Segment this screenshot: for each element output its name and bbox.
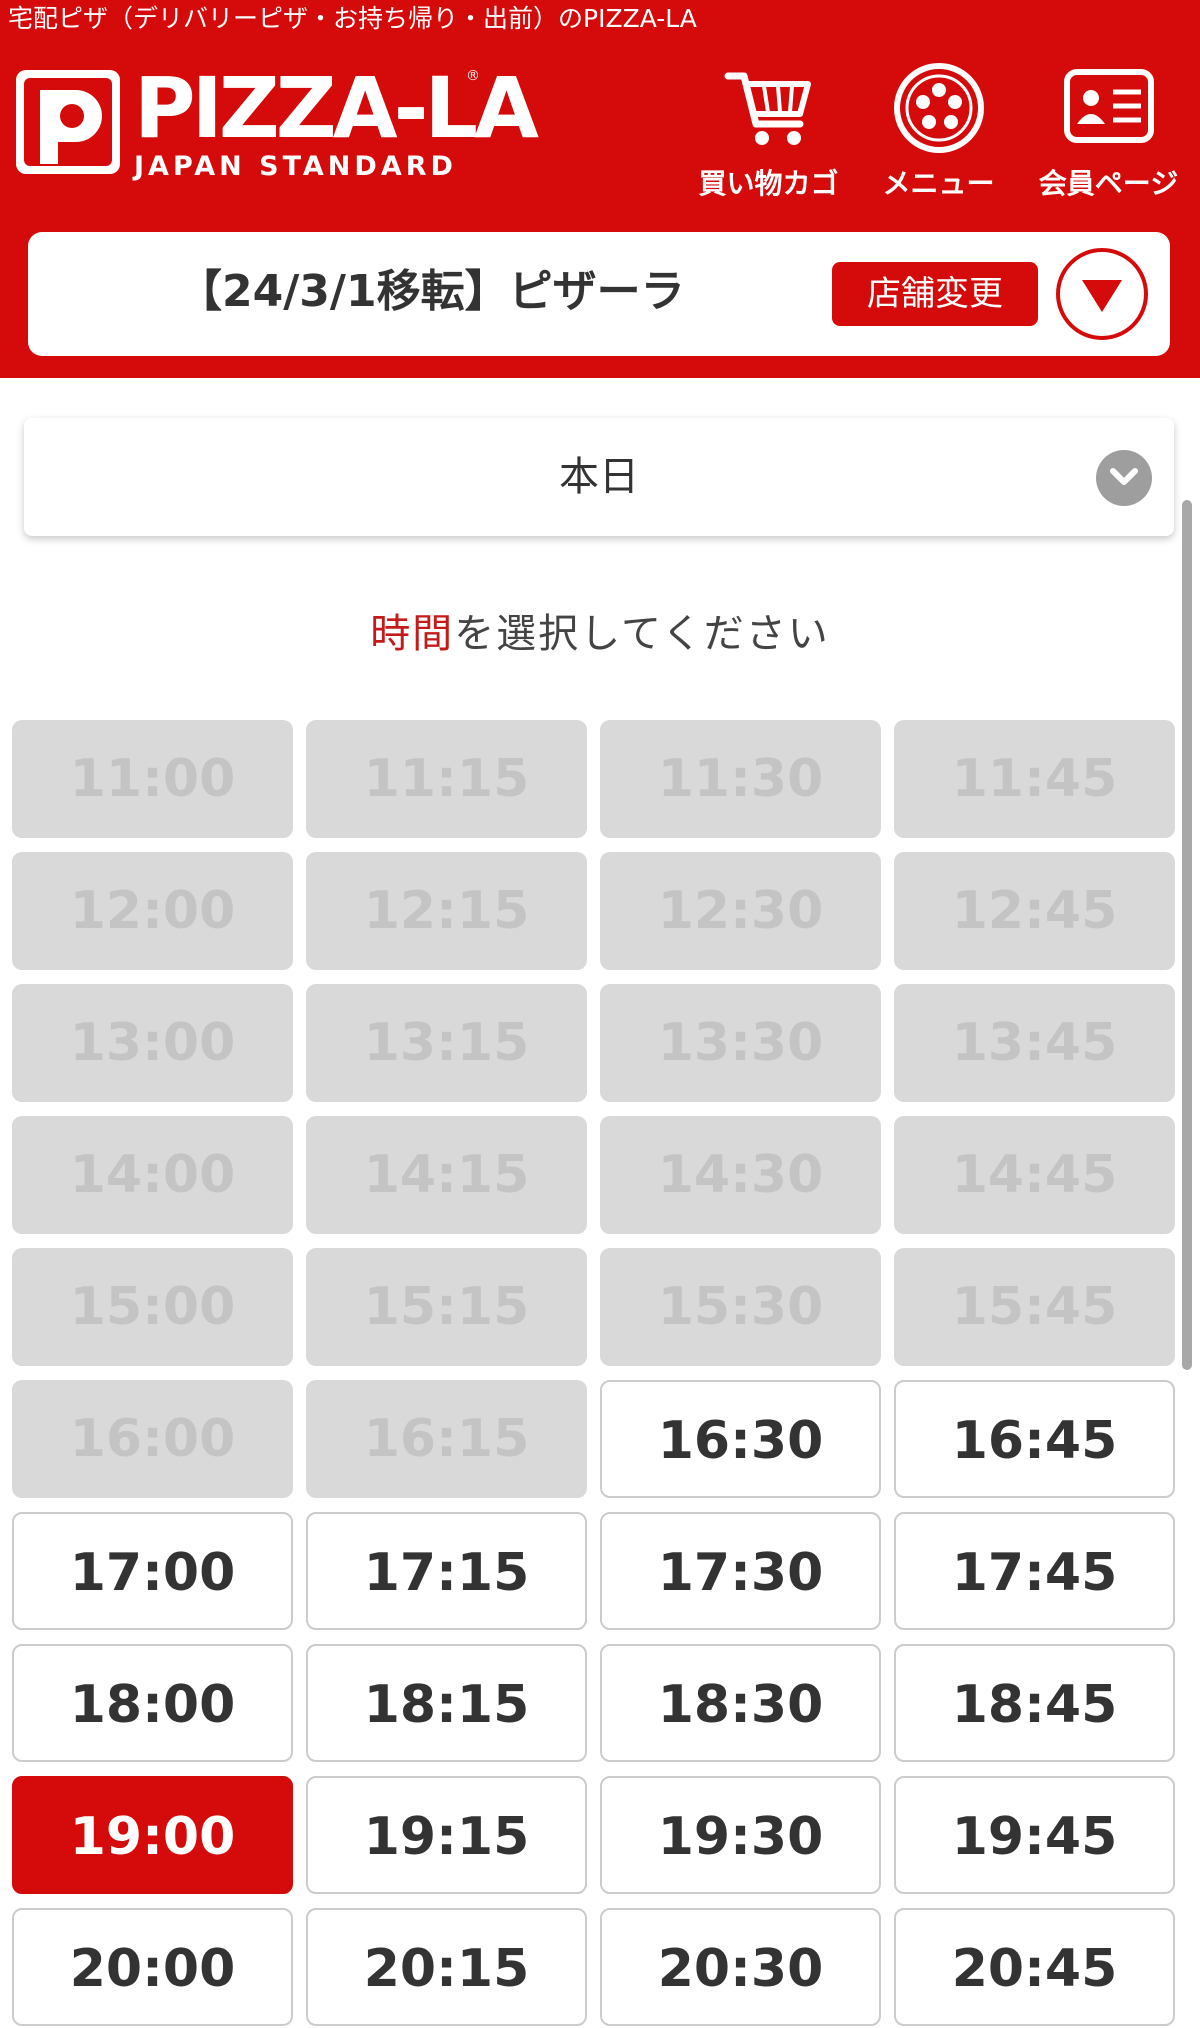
- time-slot[interactable]: 18:45: [894, 1644, 1175, 1762]
- chevron-down-icon: [1096, 450, 1152, 506]
- time-slot[interactable]: 17:30: [600, 1512, 881, 1630]
- store-bar: 【24/3/1移転】ピザーラ 店舗変更: [28, 232, 1170, 356]
- time-slot[interactable]: 20:00: [12, 1908, 293, 2026]
- logo-registered-mark: ®: [466, 68, 480, 84]
- time-slot: 14:00: [12, 1116, 293, 1234]
- time-slot[interactable]: 18:15: [306, 1644, 587, 1762]
- time-prompt-text: を選択してください: [454, 611, 830, 657]
- time-slot[interactable]: 17:45: [894, 1512, 1175, 1630]
- time-slot[interactable]: 17:00: [12, 1512, 293, 1630]
- time-slot: 12:15: [306, 852, 587, 970]
- time-prompt-accent: 時間: [370, 611, 455, 657]
- nav-cart-button[interactable]: 買い物カゴ: [686, 62, 851, 202]
- time-slot: 13:30: [600, 984, 881, 1102]
- cart-icon: [724, 72, 811, 145]
- time-slot: 15:45: [894, 1248, 1175, 1366]
- time-slot: 16:00: [12, 1380, 293, 1498]
- nav-member-button[interactable]: 会員ページ: [1026, 62, 1191, 202]
- time-slot: 15:30: [600, 1248, 881, 1366]
- pizza-la-logo[interactable]: PIZZA-LA ® JAPAN STANDARD: [14, 60, 539, 184]
- time-slot: 11:45: [894, 720, 1175, 838]
- time-slot[interactable]: 17:15: [306, 1512, 587, 1630]
- member-card-icon: [1063, 69, 1154, 143]
- nav-member-label: 会員ページ: [1038, 167, 1179, 200]
- nav-cart-label: 買い物カゴ: [698, 167, 839, 200]
- triangle-down-icon: [1082, 280, 1122, 312]
- time-slot: 16:15: [306, 1380, 587, 1498]
- time-slot-selected[interactable]: 19:00: [12, 1776, 293, 1894]
- time-slot: 13:45: [894, 984, 1175, 1102]
- logo-mark-icon: [16, 70, 120, 174]
- pizza-icon: [893, 63, 984, 153]
- time-slot[interactable]: 20:45: [894, 1908, 1175, 2026]
- time-slot[interactable]: 20:30: [600, 1908, 881, 2026]
- time-slot: 12:45: [894, 852, 1175, 970]
- site-header: 宅配ピザ（デリバリーピザ・お持ち帰り・出前）のPIZZA-LA PIZZA-LA…: [0, 0, 1200, 378]
- site-caption: 宅配ピザ（デリバリーピザ・お持ち帰り・出前）のPIZZA-LA: [8, 4, 697, 33]
- time-slot: 12:30: [600, 852, 881, 970]
- time-prompt: 時間を選択してください: [0, 606, 1200, 662]
- store-change-button[interactable]: 店舗変更: [832, 262, 1038, 326]
- time-slot[interactable]: 19:45: [894, 1776, 1175, 1894]
- store-name: 【24/3/1移転】ピザーラ: [178, 266, 685, 317]
- time-slot: 11:15: [306, 720, 587, 838]
- time-slot: 11:30: [600, 720, 881, 838]
- time-slot: 15:15: [306, 1248, 587, 1366]
- nav-menu-label: メニュー: [882, 167, 995, 200]
- time-slot: 13:15: [306, 984, 587, 1102]
- logo-tagline: JAPAN STANDARD: [134, 151, 457, 182]
- time-slot: 12:00: [12, 852, 293, 970]
- time-slot: 15:00: [12, 1248, 293, 1366]
- time-slot[interactable]: 18:30: [600, 1644, 881, 1762]
- time-slot[interactable]: 18:00: [12, 1644, 293, 1762]
- time-slot: 14:45: [894, 1116, 1175, 1234]
- time-slot: 13:00: [12, 984, 293, 1102]
- date-select[interactable]: 本日: [24, 418, 1174, 536]
- store-toggle-button[interactable]: [1056, 248, 1148, 340]
- time-slot[interactable]: 16:45: [894, 1380, 1175, 1498]
- time-slot: 11:00: [12, 720, 293, 838]
- time-slot[interactable]: 19:15: [306, 1776, 587, 1894]
- time-slot[interactable]: 16:30: [600, 1380, 881, 1498]
- nav-menu-button[interactable]: メニュー: [856, 62, 1021, 202]
- time-slot: 14:30: [600, 1116, 881, 1234]
- time-slot[interactable]: 20:15: [306, 1908, 587, 2026]
- time-slot: 14:15: [306, 1116, 587, 1234]
- time-slot[interactable]: 19:30: [600, 1776, 881, 1894]
- date-select-value: 本日: [559, 454, 639, 500]
